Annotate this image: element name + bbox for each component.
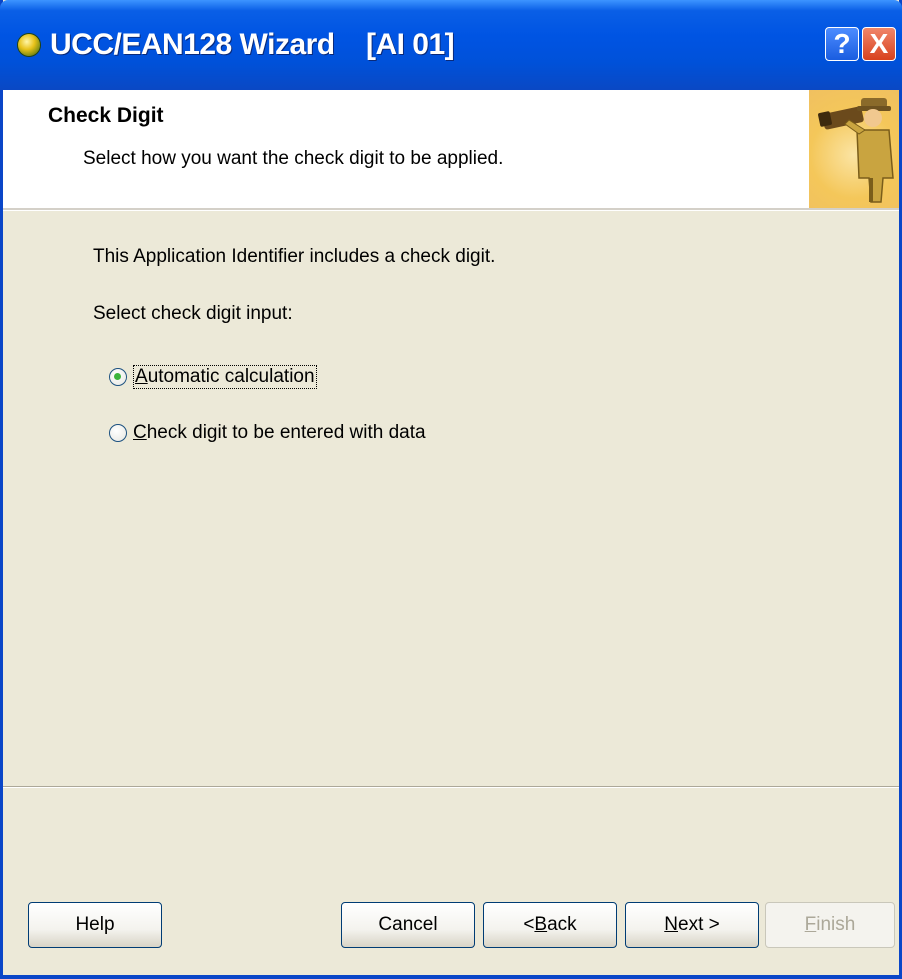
cancel-button[interactable]: Cancel: [341, 902, 475, 948]
help-button[interactable]: Help: [28, 902, 162, 948]
close-icon[interactable]: X: [862, 27, 896, 61]
help-icon[interactable]: ?: [825, 27, 859, 61]
radio-button[interactable]: [109, 368, 127, 386]
title-bar[interactable]: UCC/EAN128 Wizard [AI 01] ? X: [0, 0, 902, 90]
info-text: This Application Identifier includes a c…: [93, 246, 496, 267]
window-title: UCC/EAN128 Wizard [AI 01]: [50, 28, 455, 61]
radio-automatic-calculation[interactable]: Automatic calculation: [109, 365, 317, 389]
radio-button[interactable]: [109, 424, 127, 442]
radio-label[interactable]: Automatic calculation: [133, 365, 317, 389]
page-title: Check Digit: [48, 104, 164, 127]
finish-button[interactable]: Finish: [765, 902, 895, 948]
radio-check-digit-entered[interactable]: Check digit to be entered with data: [109, 422, 426, 444]
wizard-app-icon[interactable]: [18, 34, 40, 56]
header-divider: [3, 208, 899, 211]
prompt-text: Select check digit input:: [93, 303, 293, 324]
back-button[interactable]: < Back: [483, 902, 617, 948]
wizard-window: UCC/EAN128 Wizard [AI 01] ? X Check Digi…: [0, 0, 902, 979]
next-button[interactable]: Next >: [625, 902, 759, 948]
wizard-header: Check Digit Select how you want the chec…: [3, 90, 899, 208]
page-subtitle: Select how you want the check digit to b…: [83, 148, 504, 169]
radio-label[interactable]: Check digit to be entered with data: [133, 422, 426, 444]
telescope-man-icon: [809, 90, 899, 208]
footer-divider: [3, 786, 899, 788]
